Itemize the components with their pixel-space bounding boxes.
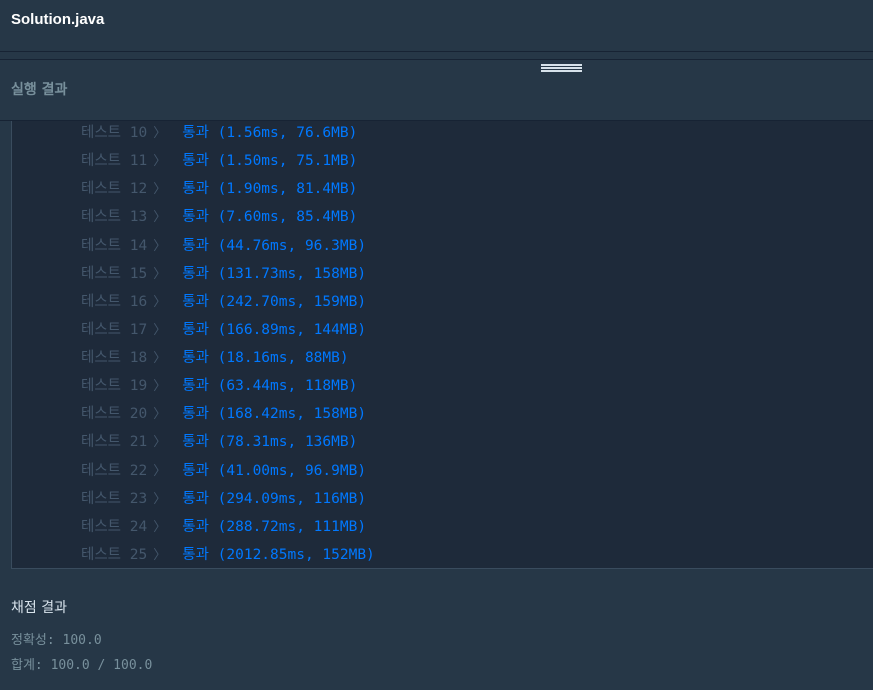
resize-handle[interactable]	[541, 62, 582, 74]
panel-divider	[0, 52, 873, 60]
chevron-right-icon: 〉	[153, 322, 167, 338]
test-status: 통과	[182, 490, 209, 507]
chevron-right-icon: 〉	[153, 519, 167, 535]
file-name-title: Solution.java	[11, 11, 105, 28]
chevron-right-icon: 〉	[153, 126, 167, 141]
test-label: 테스트 15	[81, 265, 148, 282]
chevron-right-icon: 〉	[153, 294, 167, 310]
test-status: 통과	[182, 293, 209, 310]
chevron-right-icon: 〉	[153, 351, 167, 367]
test-label: 테스트 14	[81, 237, 148, 254]
test-label: 테스트 25	[81, 546, 148, 563]
test-result-row: 테스트 11 〉 통과 (1.50ms, 75.1MB)	[81, 151, 357, 171]
chevron-right-icon: 〉	[153, 182, 167, 198]
test-detail: (41.00ms, 96.9MB)	[217, 462, 367, 479]
test-result-row: 테스트 16 〉 통과 (242.70ms, 159MB)	[81, 292, 366, 312]
test-detail: (18.16ms, 88MB)	[217, 350, 349, 367]
test-result-row: 테스트 15 〉 통과 (131.73ms, 158MB)	[81, 264, 366, 284]
test-detail: (44.76ms, 96.3MB)	[217, 237, 367, 254]
chevron-right-icon: 〉	[153, 379, 167, 395]
test-output-panel[interactable]: 테스트 10 〉 통과 (1.56ms, 76.6MB) 테스트 11 〉 통과 (1.5…	[11, 121, 873, 569]
test-status: 통과	[182, 153, 209, 170]
test-status: 통과	[182, 406, 209, 423]
test-detail: (1.56ms, 76.6MB)	[217, 125, 358, 141]
test-status: 통과	[182, 237, 209, 254]
test-label: 테스트 11	[81, 153, 148, 170]
test-result-row: 테스트 14 〉 통과 (44.76ms, 96.3MB)	[81, 236, 366, 256]
test-detail: (63.44ms, 118MB)	[217, 378, 358, 395]
test-result-row: 테스트 23 〉 통과 (294.09ms, 116MB)	[81, 489, 366, 509]
test-status: 통과	[182, 125, 209, 141]
test-label: 테스트 10	[81, 125, 148, 141]
test-result-row: 테스트 12 〉 통과 (1.90ms, 81.4MB)	[81, 179, 357, 199]
test-detail: (7.60ms, 85.4MB)	[217, 209, 358, 226]
test-label: 테스트 12	[81, 181, 148, 198]
test-detail: (1.90ms, 81.4MB)	[217, 181, 358, 198]
test-label: 테스트 19	[81, 378, 148, 395]
test-status: 통과	[182, 462, 209, 479]
test-result-row: 테스트 13 〉 통과 (7.60ms, 85.4MB)	[81, 207, 357, 227]
test-status: 통과	[182, 378, 209, 395]
grading-accuracy: 정확성: 100.0	[11, 633, 102, 648]
test-result-row: 테스트 19 〉 통과 (63.44ms, 118MB)	[81, 376, 357, 396]
test-detail: (131.73ms, 158MB)	[217, 265, 367, 282]
resize-handle-line	[541, 64, 582, 66]
test-status: 통과	[182, 350, 209, 367]
test-label: 테스트 21	[81, 434, 148, 451]
test-detail: (242.70ms, 159MB)	[217, 293, 367, 310]
chevron-right-icon: 〉	[153, 154, 167, 170]
test-result-row: 테스트 21 〉 통과 (78.31ms, 136MB)	[81, 432, 357, 452]
resize-handle-line	[541, 70, 582, 72]
grading-total: 합계: 100.0 / 100.0	[11, 658, 153, 673]
chevron-right-icon: 〉	[153, 435, 167, 451]
test-status: 통과	[182, 321, 209, 338]
test-detail: (78.31ms, 136MB)	[217, 434, 358, 451]
chevron-right-icon: 〉	[153, 266, 167, 282]
test-status: 통과	[182, 265, 209, 282]
chevron-right-icon: 〉	[153, 463, 167, 479]
test-status: 통과	[182, 209, 209, 226]
result-title: 실행 결과	[11, 82, 68, 98]
test-label: 테스트 20	[81, 406, 148, 423]
test-status: 통과	[182, 518, 209, 535]
test-label: 테스트 22	[81, 462, 148, 479]
grading-title: 채점 결과	[11, 600, 67, 616]
test-label: 테스트 18	[81, 350, 148, 367]
test-status: 통과	[182, 434, 209, 451]
chevron-right-icon: 〉	[153, 407, 167, 423]
chevron-right-icon: 〉	[153, 238, 167, 254]
test-result-row: 테스트 10 〉 통과 (1.56ms, 76.6MB)	[81, 123, 357, 143]
test-label: 테스트 17	[81, 321, 148, 338]
resize-handle-line	[541, 67, 582, 69]
test-detail: (166.89ms, 144MB)	[217, 321, 367, 338]
test-label: 테스트 24	[81, 518, 148, 535]
file-header: Solution.java	[0, 0, 873, 52]
test-result-row: 테스트 18 〉 통과 (18.16ms, 88MB)	[81, 348, 349, 368]
test-status: 통과	[182, 181, 209, 198]
test-detail: (2012.85ms, 152MB)	[217, 546, 375, 563]
test-detail: (1.50ms, 75.1MB)	[217, 153, 358, 170]
test-result-row: 테스트 22 〉 통과 (41.00ms, 96.9MB)	[81, 461, 366, 481]
test-result-row: 테스트 20 〉 통과 (168.42ms, 158MB)	[81, 404, 366, 424]
test-result-row: 테스트 24 〉 통과 (288.72ms, 111MB)	[81, 517, 366, 537]
chevron-right-icon: 〉	[153, 210, 167, 226]
test-label: 테스트 13	[81, 209, 148, 226]
chevron-right-icon: 〉	[153, 547, 167, 563]
test-status: 통과	[182, 546, 209, 563]
chevron-right-icon: 〉	[153, 491, 167, 507]
test-result-row: 테스트 17 〉 통과 (166.89ms, 144MB)	[81, 320, 366, 340]
test-detail: (288.72ms, 111MB)	[217, 518, 367, 535]
test-detail: (168.42ms, 158MB)	[217, 406, 367, 423]
test-label: 테스트 16	[81, 293, 148, 310]
test-result-row: 테스트 25 〉 통과 (2012.85ms, 152MB)	[81, 545, 375, 565]
test-label: 테스트 23	[81, 490, 148, 507]
result-header: 실행 결과	[0, 60, 873, 121]
test-detail: (294.09ms, 116MB)	[217, 490, 367, 507]
